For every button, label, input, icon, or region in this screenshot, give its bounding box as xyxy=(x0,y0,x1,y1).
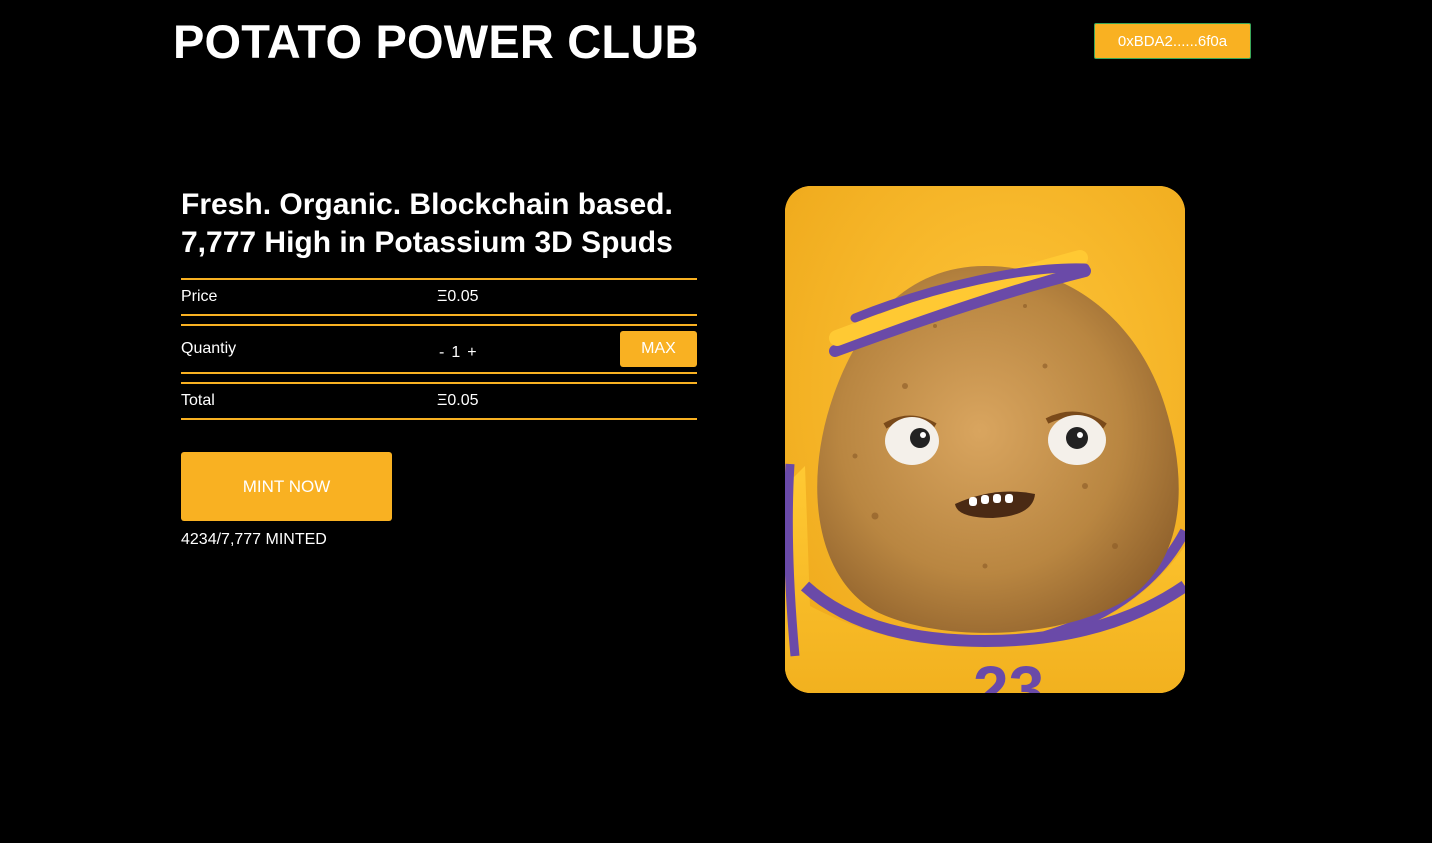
price-label: Price xyxy=(181,288,218,305)
decrement-button[interactable]: - xyxy=(435,344,448,362)
site-title: POTATO POWER CLUB xyxy=(173,15,699,68)
nft-preview-image: 23 xyxy=(785,186,1185,693)
total-label: Total xyxy=(181,392,215,409)
wallet-address-button[interactable]: 0xBDA2......6f0a xyxy=(1094,23,1251,59)
jersey-number: 23 xyxy=(973,653,1044,693)
quantity-stepper: - 1 + xyxy=(435,344,481,362)
hero-headline-line-1: Fresh. Organic. Blockchain based. xyxy=(181,188,673,221)
quantity-label: Quantiy xyxy=(181,340,237,357)
hero-headline: Fresh. Organic. Blockchain based. 7,777 … xyxy=(181,186,673,262)
quantity-value: 1 xyxy=(451,344,461,361)
hero-headline-line-2: 7,777 High in Potassium 3D Spuds xyxy=(181,226,673,259)
price-row: Price Ξ0.05 xyxy=(181,278,697,316)
total-row: Total Ξ0.05 xyxy=(181,382,697,420)
max-quantity-button[interactable]: MAX xyxy=(620,331,697,367)
increment-button[interactable]: + xyxy=(463,344,480,362)
price-value: Ξ0.05 xyxy=(437,288,479,305)
potato-character-illustration: 23 xyxy=(785,186,1185,693)
total-value: Ξ0.05 xyxy=(437,392,479,409)
minted-count: 4234/7,777 MINTED xyxy=(181,531,327,548)
quantity-row: Quantiy - 1 + MAX xyxy=(181,324,697,374)
mint-now-button[interactable]: MINT NOW xyxy=(181,452,392,521)
mint-page: POTATO POWER CLUB 0xBDA2......6f0a Fresh… xyxy=(0,0,1432,843)
